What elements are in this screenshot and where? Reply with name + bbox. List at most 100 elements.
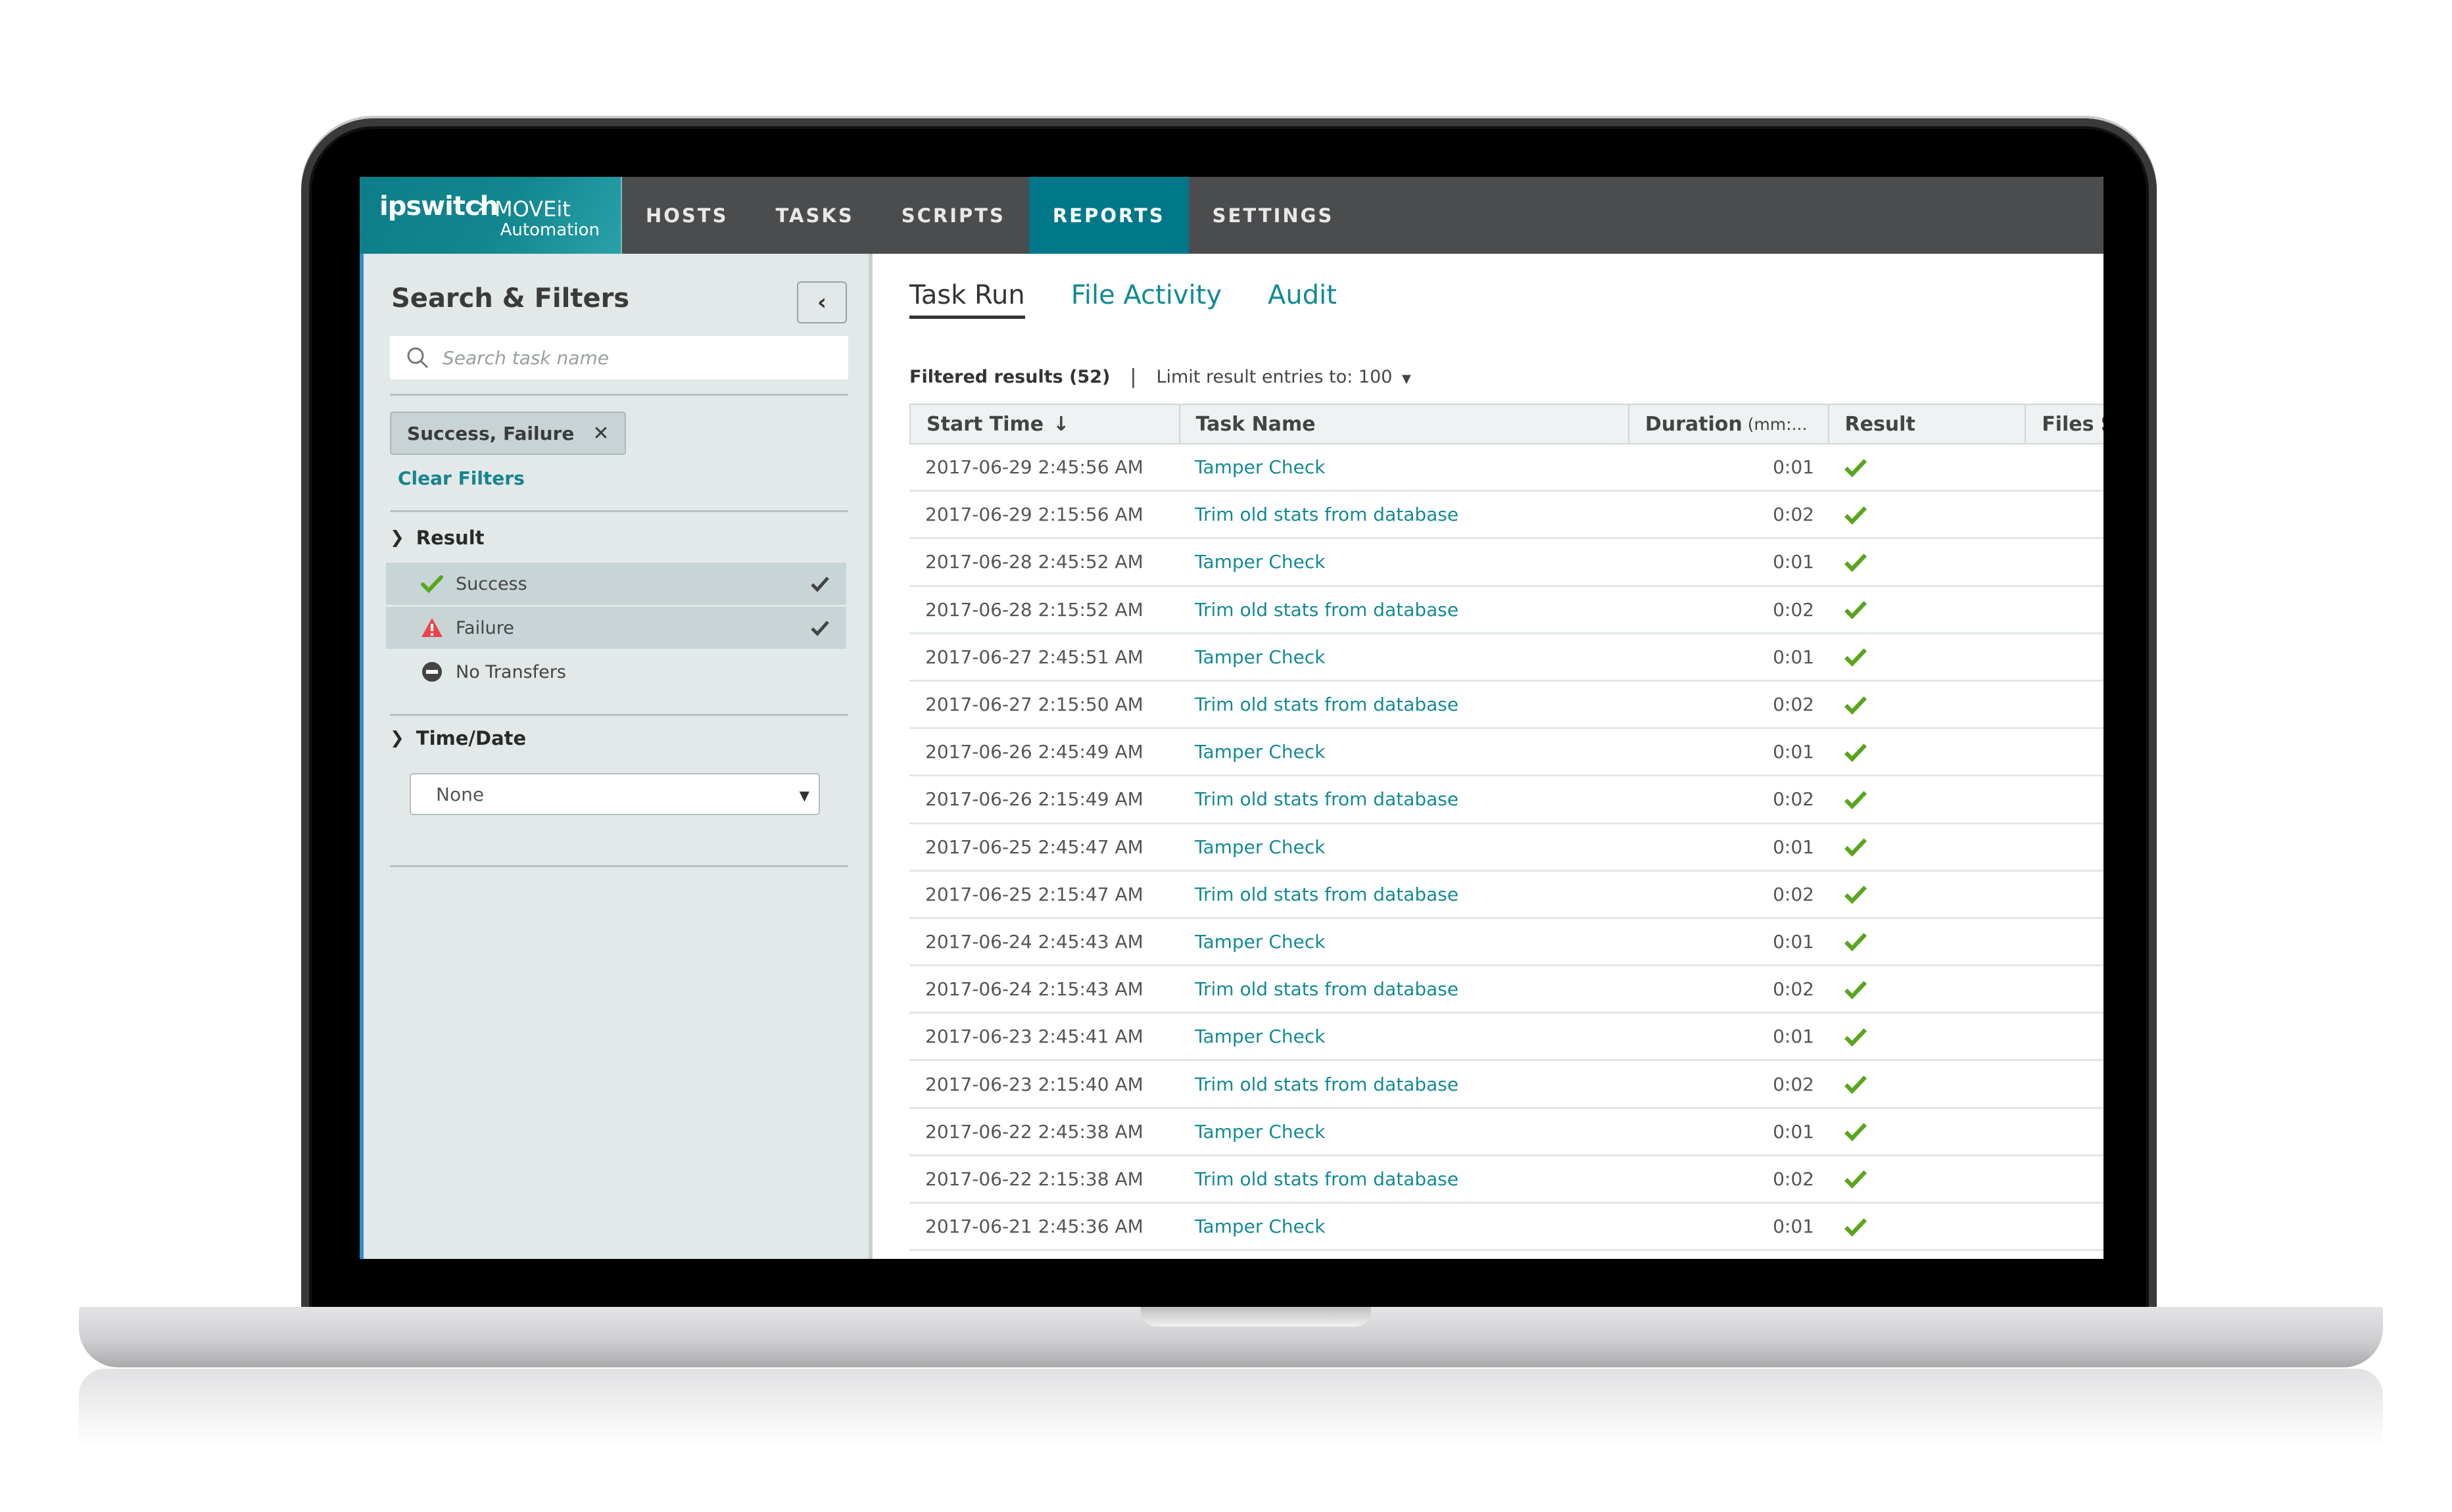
success-check-icon (1844, 648, 1867, 667)
start-time-cell: 2017-06-25 2:15:47 AM (925, 883, 1143, 905)
success-check-icon (1844, 791, 1867, 809)
tab-task-run[interactable]: Task Run (909, 280, 1025, 319)
files-cell (2026, 634, 2103, 680)
separator: | (1130, 366, 1137, 389)
search-task-input[interactable] (443, 346, 811, 369)
success-check-icon (421, 575, 443, 594)
column-header-duration[interactable]: Duration (mm:... (1629, 405, 1829, 443)
task-name-link[interactable]: Trim old stats from database (1179, 1061, 1629, 1106)
nav-item-settings[interactable]: SETTINGS (1189, 177, 1358, 254)
column-header-start-time[interactable]: Start Time ↓ (911, 405, 1180, 443)
task-name-link[interactable]: Tamper Check (1179, 824, 1629, 870)
table-row[interactable]: 2017-06-29 2:45:56 AM Tamper Check 0:01 (909, 444, 2103, 492)
limit-entries-dropdown[interactable]: Limit result entries to: 100 ▼ (1156, 367, 1410, 387)
column-header-result[interactable]: Result (1829, 405, 2027, 443)
column-header-task-name[interactable]: Task Name (1180, 405, 1629, 443)
result-cell (1829, 729, 2026, 774)
success-check-icon (1844, 1075, 1867, 1095)
result-cell (1829, 776, 2026, 822)
logo-product-sub: Automation (500, 220, 600, 240)
task-name-link[interactable]: Trim old stats from database (1179, 1156, 1629, 1202)
table-row[interactable]: 2017-06-27 2:15:50 AM Trim old stats from… (909, 682, 2103, 730)
success-check-icon (1844, 886, 1867, 905)
duration-cell: 0:01 (1773, 551, 1814, 573)
filter-option-success[interactable]: Success (386, 563, 846, 605)
table-row[interactable]: 2017-06-24 2:45:43 AM Tamper Check 0:01 (909, 919, 2103, 967)
success-check-icon (1844, 1170, 1867, 1189)
time-date-section-toggle[interactable]: ❯ Time/Date (390, 727, 526, 749)
clear-filters-link[interactable]: Clear Filters (398, 467, 525, 489)
result-section-toggle[interactable]: ❯ Result (390, 527, 485, 549)
filter-option-failure[interactable]: Failure (386, 607, 846, 649)
result-cell (1829, 1156, 2026, 1202)
duration-cell: 0:01 (1773, 1216, 1814, 1238)
task-name-link[interactable]: Trim old stats from database (1179, 682, 1629, 727)
success-check-icon (1844, 838, 1867, 857)
time-date-select[interactable]: None ▼ (410, 773, 820, 815)
table-row[interactable]: 2017-06-29 2:15:56 AM Trim old stats from… (909, 492, 2103, 540)
task-name-link[interactable]: Trim old stats from database (1179, 587, 1629, 632)
result-cell (1829, 634, 2026, 680)
task-name-link[interactable]: Tamper Check (1179, 919, 1629, 964)
task-name-link[interactable]: Tamper Check (1179, 539, 1629, 584)
table-row[interactable]: 2017-06-24 2:15:43 AM Trim old stats from… (909, 966, 2103, 1014)
column-label: Duration (1645, 412, 1743, 436)
table-row[interactable]: 2017-06-28 2:45:52 AM Tamper Check 0:01 (909, 539, 2103, 587)
collapse-sidebar-button[interactable]: ‹ (797, 281, 847, 323)
task-name-link[interactable]: Tamper Check (1179, 634, 1629, 680)
files-cell (2026, 872, 2103, 917)
table-row[interactable]: 2017-06-25 2:45:47 AM Tamper Check 0:01 (909, 824, 2103, 872)
nav-items: HOSTS TASKS SCRIPTS REPORTS SETTINGS (622, 177, 1357, 254)
files-cell (2026, 966, 2103, 1012)
files-cell (2026, 1204, 2103, 1249)
remove-filter-icon[interactable]: ✕ (592, 422, 609, 445)
task-run-table: Start Time ↓ Task Name Duration (mm:... … (909, 404, 2103, 1252)
table-row[interactable]: 2017-06-26 2:15:49 AM Trim old stats from… (909, 776, 2103, 824)
table-row[interactable]: 2017-06-27 2:45:51 AM Tamper Check 0:01 (909, 634, 2103, 682)
caret-down-icon: ▼ (1402, 372, 1411, 386)
table-row[interactable]: 2017-06-23 2:15:40 AM Trim old stats from… (909, 1061, 2103, 1109)
success-check-icon (1844, 1217, 1867, 1237)
sidebar-title: Search & Filters (391, 283, 630, 314)
nav-item-hosts[interactable]: HOSTS (622, 177, 752, 254)
start-time-cell: 2017-06-28 2:15:52 AM (925, 598, 1143, 621)
nav-item-reports[interactable]: REPORTS (1028, 177, 1189, 254)
result-cell (1829, 966, 2026, 1012)
task-name-link[interactable]: Tamper Check (1179, 729, 1629, 774)
nav-item-tasks[interactable]: TASKS (752, 177, 877, 254)
task-name-link[interactable]: Trim old stats from database (1179, 492, 1629, 537)
task-name-link[interactable]: Trim old stats from database (1179, 776, 1629, 822)
task-name-link[interactable]: Tamper Check (1179, 1014, 1629, 1059)
files-cell (2026, 492, 2103, 537)
task-name-link[interactable]: Tamper Check (1179, 1204, 1629, 1249)
files-cell (2026, 587, 2103, 632)
table-row[interactable]: 2017-06-28 2:15:52 AM Trim old stats from… (909, 587, 2103, 634)
table-row[interactable]: 2017-06-26 2:45:49 AM Tamper Check 0:01 (909, 729, 2103, 777)
files-cell (2026, 1156, 2103, 1202)
search-field[interactable] (390, 336, 848, 379)
task-name-link[interactable]: Tamper Check (1179, 1109, 1629, 1154)
table-row[interactable]: 2017-06-22 2:15:38 AM Trim old stats from… (909, 1156, 2103, 1204)
column-header-files[interactable]: Files S (2026, 405, 2103, 443)
table-row[interactable]: 2017-06-21 2:45:36 AM Tamper Check 0:01 (909, 1204, 2103, 1252)
start-time-cell: 2017-06-28 2:45:52 AM (925, 551, 1143, 573)
table-row[interactable]: 2017-06-22 2:45:38 AM Tamper Check 0:01 (909, 1109, 2103, 1156)
success-check-icon (1844, 458, 1867, 477)
filter-option-no-transfers[interactable]: No Transfers (386, 651, 846, 693)
duration-cell: 0:02 (1773, 694, 1814, 716)
table-row[interactable]: 2017-06-23 2:45:41 AM Tamper Check 0:01 (909, 1014, 2103, 1062)
tab-file-activity[interactable]: File Activity (1071, 280, 1222, 319)
app-logo[interactable]: ipswitch › MOVEit Automation (360, 177, 622, 254)
task-name-link[interactable]: Tamper Check (1179, 444, 1629, 490)
result-cell (1829, 682, 2026, 727)
task-name-link[interactable]: Trim old stats from database (1179, 872, 1629, 917)
search-filters-sidebar: Search & Filters ‹ Success, Failure ✕ Cl… (360, 254, 873, 1259)
task-name-link[interactable]: Trim old stats from database (1179, 966, 1629, 1012)
tab-audit[interactable]: Audit (1268, 280, 1337, 319)
result-section-label: Result (416, 527, 485, 549)
app-screen: ipswitch › MOVEit Automation HOSTS TASKS S… (360, 177, 2103, 1259)
start-time-cell: 2017-06-27 2:15:50 AM (925, 694, 1143, 716)
nav-item-scripts[interactable]: SCRIPTS (878, 177, 1029, 254)
duration-cell: 0:01 (1773, 930, 1814, 953)
table-row[interactable]: 2017-06-25 2:15:47 AM Trim old stats from… (909, 872, 2103, 919)
